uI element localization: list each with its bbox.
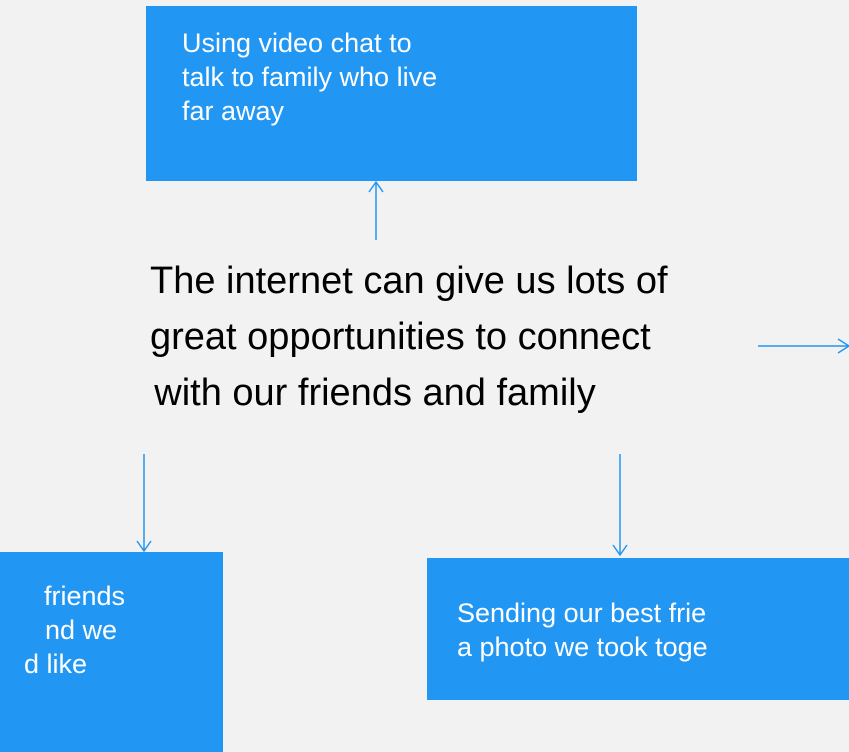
box-text-line: Sending our best frie [457, 598, 707, 628]
central-text-line: great opportunities to connect [150, 316, 651, 358]
arrow-down-left-head [136, 540, 152, 553]
central-statement: The internet can give us lots of great o… [150, 253, 668, 421]
arrow-up-head [368, 180, 384, 193]
box-text-line: d like [23, 649, 87, 679]
box-text-line: Using video chat to [182, 28, 412, 58]
box-text-line: a photo we took toge [457, 632, 708, 662]
arrow-down-right-head [612, 544, 628, 557]
central-text-line: The internet can give us lots of [150, 260, 668, 302]
arrow-right-head [837, 338, 849, 354]
box-text-line: talk to family who live [182, 62, 438, 92]
idea-box-photo: Sending our best frie a photo we took to… [427, 558, 849, 700]
box-text-line: far away [182, 96, 285, 126]
box-text-line: nd we [44, 615, 117, 645]
idea-box-video-chat: Using video chat to talk to family who l… [146, 6, 637, 181]
idea-box-friends: friends nd we d like [0, 552, 223, 752]
box-text-line: friends [43, 581, 125, 611]
central-text-line: with our friends and family [154, 372, 596, 414]
